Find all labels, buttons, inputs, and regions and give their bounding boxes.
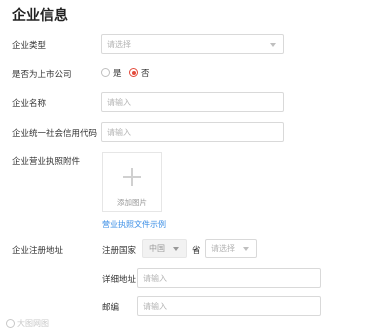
watermark-logo-icon: [6, 319, 15, 328]
license-upload-box[interactable]: 添加图片: [102, 152, 162, 212]
detail-address-label: 详细地址: [102, 275, 137, 285]
page-title: 企业信息: [12, 8, 68, 24]
upload-text: 添加图片: [117, 198, 147, 207]
credit-code-label: 企业统一社会信用代码: [12, 129, 98, 139]
detail-address-input[interactable]: 请输入: [137, 268, 321, 288]
zip-label: 邮编: [102, 303, 120, 313]
company-name-input[interactable]: 请输入: [101, 92, 284, 112]
detail-address-placeholder: 请输入: [143, 273, 167, 283]
credit-code-input[interactable]: 请输入: [101, 122, 284, 142]
zip-placeholder: 请输入: [143, 301, 167, 311]
credit-code-placeholder: 请输入: [107, 127, 131, 137]
listed-yes-label[interactable]: 是: [113, 67, 122, 79]
chevron-down-icon: [243, 247, 249, 251]
address-label: 企业注册地址: [12, 246, 64, 256]
company-name-placeholder: 请输入: [107, 97, 131, 107]
zip-input[interactable]: 请输入: [137, 296, 321, 316]
company-type-select[interactable]: 请选择: [101, 34, 284, 54]
license-example-link[interactable]: 营业执照文件示例: [102, 219, 166, 230]
company-name-label: 企业名称: [12, 99, 47, 109]
listed-no-radio[interactable]: [129, 68, 138, 77]
listed-company-label: 是否为上市公司: [12, 70, 72, 80]
listed-yes-radio[interactable]: [101, 68, 110, 77]
listed-no-label[interactable]: 否: [141, 67, 150, 79]
chevron-down-icon: [173, 247, 179, 251]
province-select[interactable]: 请选择: [205, 239, 257, 258]
chevron-down-icon: [270, 43, 276, 47]
enterprise-info-form: { "form": { "title": "企业信息", "company_ty…: [0, 0, 371, 332]
country-value: 中国: [149, 244, 165, 253]
company-type-label: 企业类型: [12, 41, 47, 51]
country-label: 注册国家: [102, 246, 137, 256]
company-type-placeholder: 请选择: [107, 39, 131, 49]
watermark: 大图网图: [6, 318, 49, 329]
watermark-text: 大图网图: [17, 319, 49, 328]
license-label: 企业营业执照附件: [12, 157, 81, 167]
country-select[interactable]: 中国: [142, 239, 187, 258]
province-placeholder: 请选择: [211, 244, 235, 253]
province-label: 省: [192, 246, 201, 256]
